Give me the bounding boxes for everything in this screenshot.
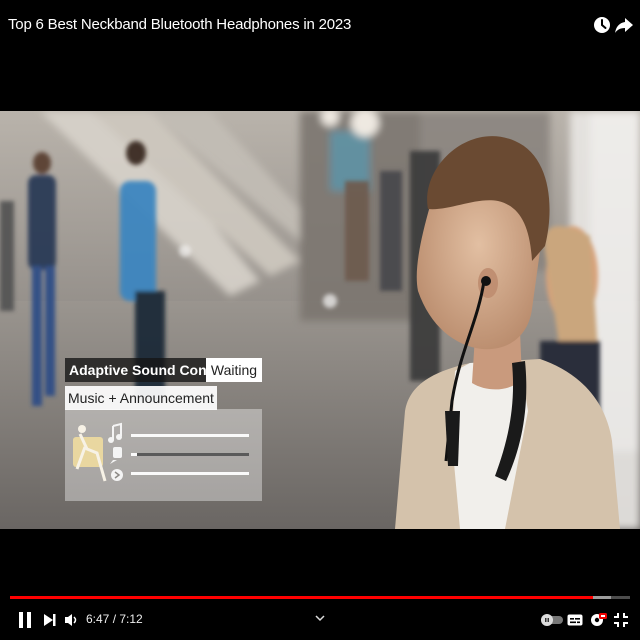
- gear-icon: [591, 613, 607, 626]
- subtitles-button[interactable]: [566, 608, 584, 632]
- music-announcement-label: Music + Announcement: [65, 386, 217, 410]
- music-slider: [131, 434, 249, 437]
- pause-icon: [19, 612, 31, 628]
- settings-button[interactable]: [588, 608, 608, 632]
- next-button[interactable]: [40, 608, 60, 632]
- ambient-slider: [131, 472, 249, 475]
- music-note-icon: [108, 422, 122, 443]
- video-title[interactable]: Top 6 Best Neckband Bluetooth Headphones…: [8, 16, 351, 33]
- fullscreen-exit-icon: [614, 613, 628, 627]
- voice-slider-fill: [131, 453, 137, 456]
- video-frame[interactable]: [0, 111, 640, 529]
- top-bar: Top 6 Best Neckband Bluetooth Headphones…: [0, 0, 640, 54]
- adaptive-sound-panel: [65, 409, 262, 501]
- voice-icon: [110, 447, 122, 464]
- pause-button[interactable]: [14, 608, 36, 632]
- autoplay-toggle[interactable]: [540, 608, 564, 632]
- subtitles-icon: [567, 614, 583, 626]
- volume-icon: [65, 614, 77, 626]
- next-icon: [44, 614, 56, 626]
- voice-slider-track: [131, 453, 249, 456]
- watch-later-icon[interactable]: [592, 14, 612, 36]
- time-display: 6:47 / 7:12: [86, 612, 143, 626]
- volume-button[interactable]: [62, 608, 82, 632]
- progress-played: [10, 596, 593, 599]
- chevron-down-icon: [315, 615, 325, 622]
- mode-label: Waiting: [206, 358, 262, 382]
- ambient-icon: [111, 469, 123, 481]
- person-seated-icon: [73, 425, 107, 482]
- progress-bar[interactable]: [10, 596, 630, 599]
- share-icon[interactable]: [614, 14, 634, 36]
- fullscreen-exit-button[interactable]: [612, 608, 630, 632]
- autoplay-toggle-icon: [541, 614, 563, 626]
- chapter-chevron-button[interactable]: [312, 606, 328, 630]
